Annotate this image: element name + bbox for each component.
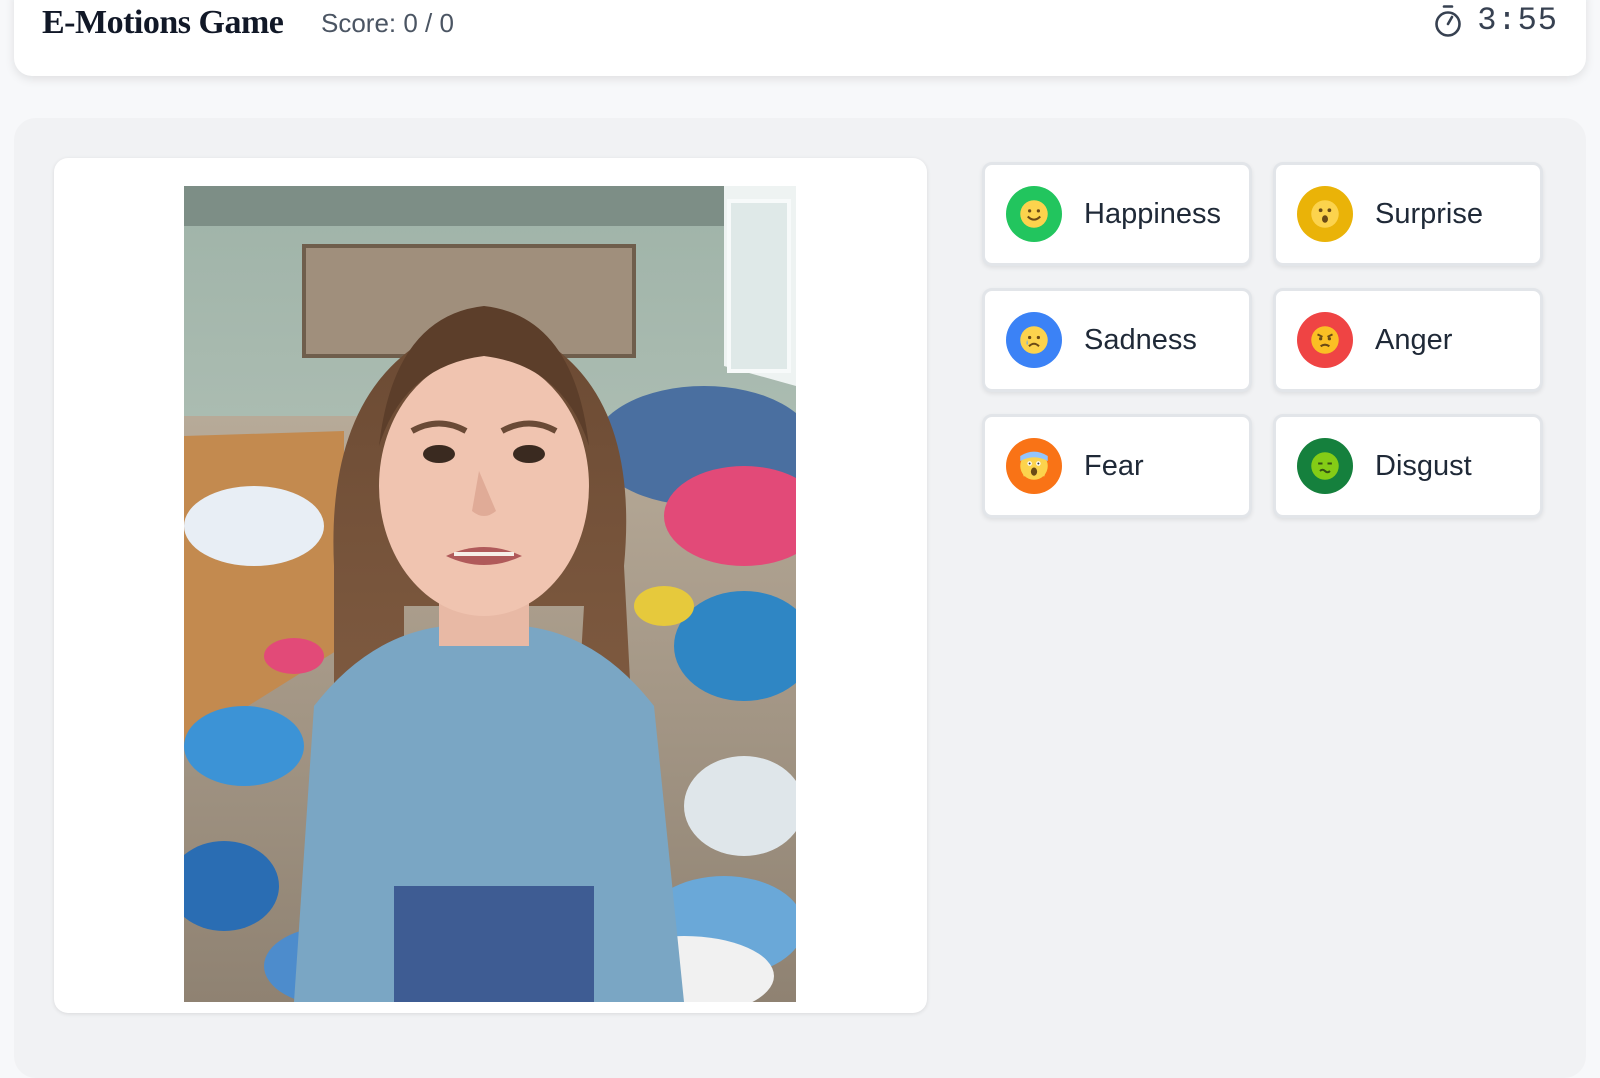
surprised-face-icon (1297, 186, 1353, 242)
nauseated-face-icon (1297, 438, 1353, 494)
option-label: Fear (1084, 449, 1144, 482)
option-label: Surprise (1375, 197, 1483, 230)
option-label: Disgust (1375, 449, 1472, 482)
smiling-face-icon (1006, 186, 1062, 242)
stopwatch-icon (1435, 4, 1461, 37)
timer: 3:55 (1433, 2, 1558, 39)
option-happiness-button[interactable]: Happiness (982, 162, 1252, 266)
score-display: Score: 0 / 0 (321, 8, 454, 38)
angry-face-icon (1297, 312, 1353, 368)
option-fear-button[interactable]: Fear (982, 414, 1252, 518)
crying-face-icon (1006, 312, 1062, 368)
option-surprise-button[interactable]: Surprise (1273, 162, 1543, 266)
option-anger-button[interactable]: Anger (1273, 288, 1543, 392)
image-card (54, 158, 927, 1013)
header: E-Motions Game Score: 0 / 0 3:55 (14, 0, 1586, 76)
option-label: Happiness (1084, 197, 1222, 230)
option-sadness-button[interactable]: Sadness (982, 288, 1252, 392)
app-title: E-Motions Game (42, 4, 284, 41)
option-disgust-button[interactable]: Disgust (1273, 414, 1543, 518)
option-label: Sadness (1084, 323, 1197, 356)
game-area: Happiness Surprise Sadness Anger Fear Di… (14, 118, 1586, 1078)
option-label: Anger (1375, 323, 1453, 356)
emotion-photo (184, 186, 796, 1002)
screaming-face-icon (1006, 438, 1062, 494)
timer-value: 3:55 (1477, 2, 1558, 39)
